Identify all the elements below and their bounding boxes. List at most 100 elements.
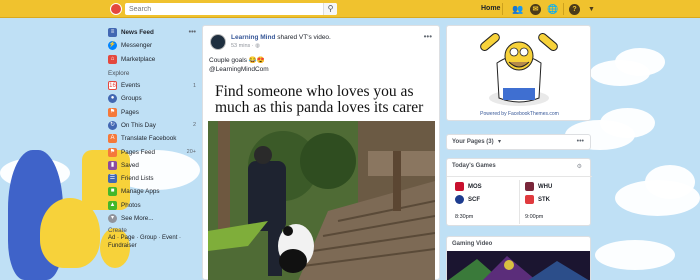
friends-icon[interactable]: 👥	[512, 4, 523, 15]
messenger-icon[interactable]: ✉	[530, 4, 541, 15]
background-cloud	[595, 240, 675, 270]
home-link[interactable]: Home	[481, 5, 500, 12]
team-name: MOS	[468, 184, 482, 191]
translate-icon: A	[108, 134, 117, 144]
marketplace-icon: ⌂	[108, 54, 117, 64]
post-action-text: shared VT's video.	[275, 34, 331, 41]
sidebar-item-news-feed[interactable]: ≡ News Feed •••	[108, 26, 196, 39]
background-cloud	[600, 108, 655, 138]
your-pages-heading[interactable]: Your Pages (3)	[452, 139, 494, 145]
see-more-icon: ▾	[108, 214, 117, 223]
more-options-icon[interactable]: •••	[189, 29, 196, 36]
explore-heading: Explore	[108, 69, 130, 77]
post-caption: Couple goals 😂😍 @LearningMindCom	[209, 56, 269, 74]
notification-count: 1	[192, 82, 196, 89]
avatar[interactable]	[210, 34, 226, 50]
your-pages-card: Your Pages (3) ▾ •••	[446, 134, 591, 150]
magnifier-icon[interactable]: ⚲	[323, 3, 337, 15]
team-crest-icon	[525, 182, 534, 191]
pages-feed-icon: ⚑	[108, 147, 117, 157]
more-options-icon[interactable]: •••	[577, 138, 584, 145]
video-headline: Find someone who loves you as much as th…	[215, 83, 424, 116]
author-name-link[interactable]: Learning Mind	[231, 34, 275, 41]
sidebar-item-translate-facebook[interactable]: A Translate Facebook	[108, 132, 196, 145]
team-row: MOS	[455, 182, 482, 191]
team-row: SCF	[455, 195, 480, 204]
sidebar-item-label: See More...	[121, 215, 154, 222]
sidebar-item-label: Translate Facebook	[121, 135, 177, 143]
create-links[interactable]: Ad · Page · Group · Event · Fundraiser	[108, 234, 186, 250]
background-cloud	[645, 165, 695, 199]
sidebar-item-groups[interactable]: ● Groups	[108, 92, 196, 105]
game-divider	[447, 176, 592, 177]
video-player[interactable]	[208, 121, 435, 280]
sidebar-item-label: Events	[121, 82, 141, 90]
theme-promo-card[interactable]: Powered by FacebookThemes.com	[446, 25, 591, 121]
sidebar-item-events[interactable]: 16 Events 1	[108, 79, 196, 92]
caption-mention[interactable]: @LearningMindCom	[209, 65, 269, 74]
game-time: 8:30pm	[455, 214, 474, 220]
game-matchup[interactable]: WHU STK 9:00pm	[525, 182, 585, 224]
search-box: ⚲	[125, 3, 337, 15]
search-input[interactable]	[125, 3, 315, 15]
globe-icon: ◍	[255, 43, 260, 49]
events-icon: 16	[108, 81, 117, 91]
background-cloud	[615, 48, 665, 76]
sidebar-item-photos[interactable]: ▲ Photos	[108, 199, 196, 212]
todays-games-heading: Today's Games	[452, 163, 496, 169]
dropdown-icon[interactable]: ▼	[586, 4, 597, 15]
sidebar-item-marketplace[interactable]: ⌂ Marketplace	[108, 53, 196, 66]
game-matchup[interactable]: MOS SCF 8:30pm	[455, 182, 515, 224]
messenger-icon: ⚡	[108, 41, 117, 51]
caption-text: Couple goals 😂😍	[209, 57, 265, 64]
lisa-simpson-illustration	[40, 198, 100, 268]
sidebar-item-label: Groups	[121, 95, 142, 103]
post-timestamp: 53 mins · ◍	[231, 43, 260, 49]
facebook-logo-icon[interactable]	[110, 3, 122, 15]
team-name: WHU	[538, 184, 553, 191]
notification-count: 2	[192, 122, 196, 129]
sidebar-item-label: Pages Feed	[121, 148, 155, 156]
manage-apps-icon: ■	[108, 187, 117, 197]
team-name: STK	[538, 197, 550, 204]
team-crest-icon	[525, 195, 534, 204]
post-author-line: Learning Mind shared VT's video.	[231, 34, 331, 41]
game-time: 9:00pm	[525, 214, 544, 220]
sidebar-item-manage-apps[interactable]: ■ Manage Apps	[108, 185, 196, 198]
sidebar-item-friend-lists[interactable]: ☰ Friend Lists	[108, 172, 196, 185]
gaming-video-heading: Gaming Video	[452, 241, 493, 247]
panda-video-frame	[208, 121, 435, 280]
team-crest-icon	[455, 195, 464, 204]
on-this-day-icon: ↻	[108, 120, 117, 130]
post-time[interactable]: 53 mins ·	[231, 43, 255, 49]
help-icon[interactable]: ?	[569, 4, 580, 15]
gear-icon[interactable]: ⚙	[577, 163, 582, 170]
friend-lists-icon: ☰	[108, 174, 117, 184]
sidebar-item-label: On This Day	[121, 121, 156, 129]
pages-icon: ⚑	[108, 107, 117, 117]
sidebar-item-pages-feed[interactable]: ⚑ Pages Feed 20+	[108, 145, 196, 158]
top-navigation-bar: ⚲ Home 👥 ✉ 🌐 ? ▼	[0, 0, 700, 18]
homer-simpson-illustration	[480, 33, 558, 106]
gaming-video-thumbnail[interactable]	[447, 251, 590, 280]
theme-credit-link[interactable]: Powered by FacebookThemes.com	[447, 111, 592, 117]
more-options-icon[interactable]: •••	[424, 32, 432, 41]
left-sidebar: ≡ News Feed ••• ⚡ Messenger ⌂ Marketplac…	[108, 26, 196, 250]
sidebar-item-pages[interactable]: ⚑ Pages	[108, 105, 196, 118]
sidebar-item-label: Marketplace	[121, 55, 156, 63]
chevron-down-icon[interactable]: ▾	[498, 138, 501, 145]
gaming-video-card: Gaming Video	[446, 236, 591, 280]
notification-count: 20+	[186, 149, 196, 156]
sidebar-item-label: Photos	[121, 201, 141, 209]
sidebar-item-messenger[interactable]: ⚡ Messenger	[108, 39, 196, 52]
sidebar-item-on-this-day[interactable]: ↻ On This Day 2	[108, 119, 196, 132]
notifications-icon[interactable]: 🌐	[547, 4, 558, 15]
sidebar-item-label: Pages	[121, 108, 139, 116]
sidebar-item-label: Messenger	[121, 42, 153, 50]
groups-icon: ●	[108, 94, 117, 104]
photos-icon: ▲	[108, 200, 117, 210]
sidebar-item-see-more[interactable]: ▾ See More...	[108, 212, 196, 225]
todays-games-card: Today's Games ⚙ MOS SCF 8:30pm WHU STK 9…	[446, 158, 592, 226]
team-crest-icon	[455, 182, 464, 191]
sidebar-item-saved[interactable]: ▮ Saved	[108, 159, 196, 172]
